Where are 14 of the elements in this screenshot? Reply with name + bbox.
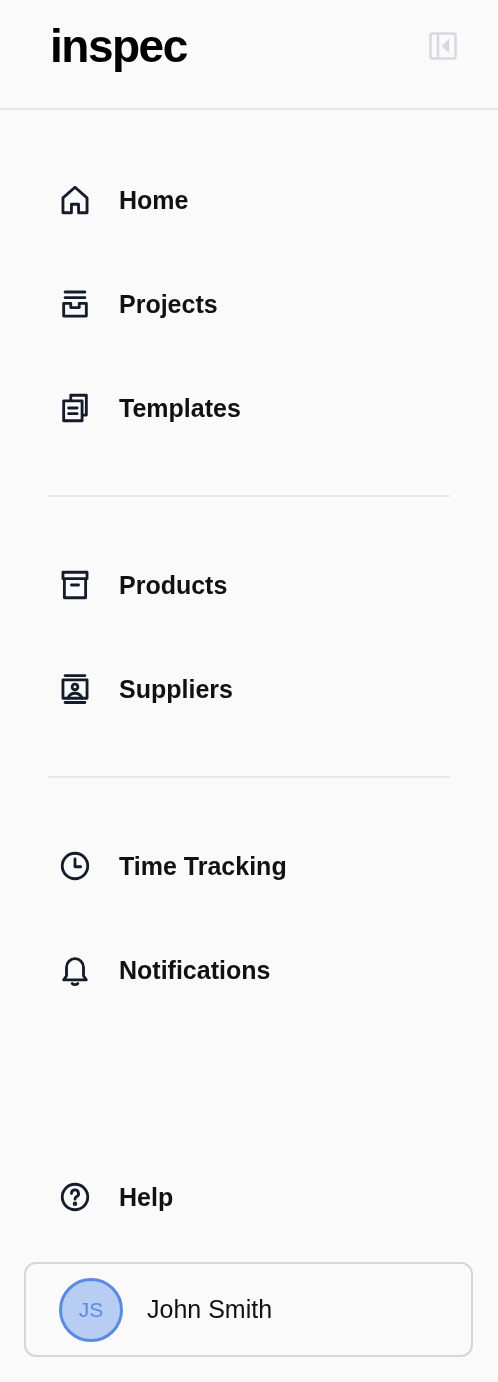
user-profile-button[interactable]: JS John Smith xyxy=(24,1262,473,1357)
nav-item[interactable]: Notifications xyxy=(0,918,498,1022)
nav-item[interactable]: Templates xyxy=(0,356,498,460)
logo: inspec xyxy=(50,19,187,73)
help-icon xyxy=(58,1180,92,1214)
nav-item[interactable]: Time Tracking xyxy=(0,814,498,918)
nav-item[interactable]: Products xyxy=(0,533,498,637)
collapse-sidebar-button[interactable] xyxy=(428,31,458,61)
avatar: JS xyxy=(59,1277,123,1342)
nav-item[interactable]: Home xyxy=(0,148,498,252)
nav-item[interactable]: Projects xyxy=(0,252,498,356)
clock-icon xyxy=(58,849,92,883)
nav-item[interactable]: Suppliers xyxy=(0,637,498,741)
nav-item[interactable]: Help xyxy=(0,1145,498,1249)
